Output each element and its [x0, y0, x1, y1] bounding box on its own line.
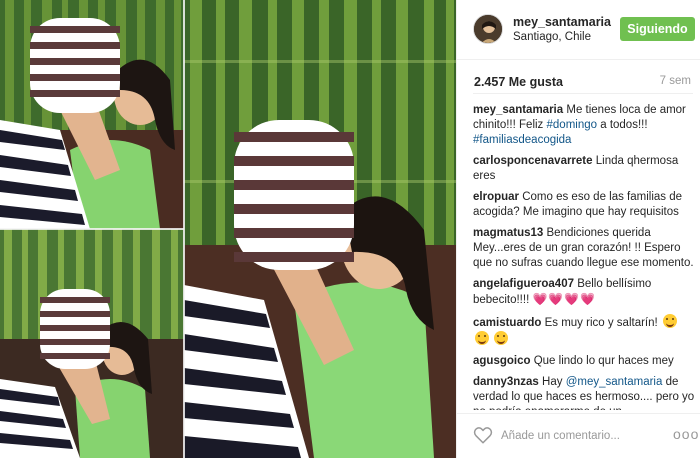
caption-username[interactable]: mey_santamaria: [473, 104, 563, 116]
comment-text: Es muy rico y saltarín!: [544, 317, 658, 329]
smiley-emoji-icon: [475, 331, 489, 345]
avatar[interactable]: [473, 14, 503, 44]
post-photo[interactable]: [0, 0, 456, 458]
avatar-image: [474, 15, 502, 43]
comment-username[interactable]: angelafigueroa407: [473, 278, 574, 290]
bamboo-photo-scene-main: [184, 0, 456, 458]
smiley-emoji-icon: [662, 314, 677, 328]
photo-tile-main: [184, 0, 456, 458]
comment-item: magmatus13 Bendiciones querida Mey...ere…: [473, 226, 697, 271]
comment-username[interactable]: agusgoico: [473, 355, 531, 367]
comments-list[interactable]: mey_santamaria Me tienes loca de amor ch…: [473, 103, 697, 410]
photo-tile-top-left: [0, 0, 184, 229]
comment-username[interactable]: magmatus13: [473, 227, 543, 239]
smiley-emoji-icon: [494, 331, 509, 345]
location-link[interactable]: Santiago, Chile: [513, 31, 591, 43]
comment-bar: ooo: [457, 413, 700, 458]
comment-text: Hay: [542, 376, 563, 388]
comment-username[interactable]: carlosponcenavarrete: [473, 155, 593, 167]
comment-item: carlosponcenavarrete Linda qhermosa eres: [473, 154, 697, 184]
mention-link[interactable]: @mey_santamaria: [566, 376, 663, 388]
comment-item: elropuar Como es eso de las familias de …: [473, 190, 697, 220]
comment-username[interactable]: danny3nzas: [473, 376, 539, 388]
hashtag-link[interactable]: #domingo: [547, 119, 598, 131]
photo-divider-horizontal: [0, 228, 184, 230]
comment-input[interactable]: [501, 427, 661, 445]
comment-username[interactable]: elropuar: [473, 191, 519, 203]
heart-outline-icon[interactable]: [473, 426, 493, 444]
comment-item: agusgoico Que lindo lo qur haces mey: [473, 354, 697, 369]
username-link[interactable]: mey_santamaria: [513, 15, 611, 29]
hashtag-link[interactable]: #familiasdeacogida: [473, 134, 571, 146]
more-dots-icon[interactable]: ooo: [673, 426, 698, 442]
comment-text: Que lindo lo qur haces mey: [533, 355, 674, 367]
following-button[interactable]: Siguiendo: [620, 17, 695, 41]
heart-emoji-icon: 💗💗💗💗: [532, 292, 597, 306]
comment-item: camistuardo Es muy rico y saltarín!: [473, 314, 697, 348]
comment-item: angelafigueroa407 Bello bellísimo bebeci…: [473, 277, 697, 308]
post-sidebar: mey_santamaria Santiago, Chile Siguiendo…: [456, 0, 700, 458]
post-header: mey_santamaria Santiago, Chile Siguiendo: [457, 0, 700, 60]
caption: mey_santamaria Me tienes loca de amor ch…: [473, 103, 697, 148]
bamboo-photo-scene-small: [0, 229, 184, 458]
post-age[interactable]: 7 sem: [660, 75, 691, 87]
caption-text-2: a todos!!!: [600, 119, 648, 131]
photo-tile-bottom-left: [0, 229, 184, 458]
bamboo-photo-scene: [0, 0, 184, 229]
likes-count[interactable]: 2.457 Me gusta: [474, 75, 563, 89]
comment-item: danny3nzas Hay @mey_santamaria de verdad…: [473, 375, 697, 410]
post-stats: 2.457 Me gusta 7 sem: [473, 68, 693, 94]
comment-username[interactable]: camistuardo: [473, 317, 541, 329]
